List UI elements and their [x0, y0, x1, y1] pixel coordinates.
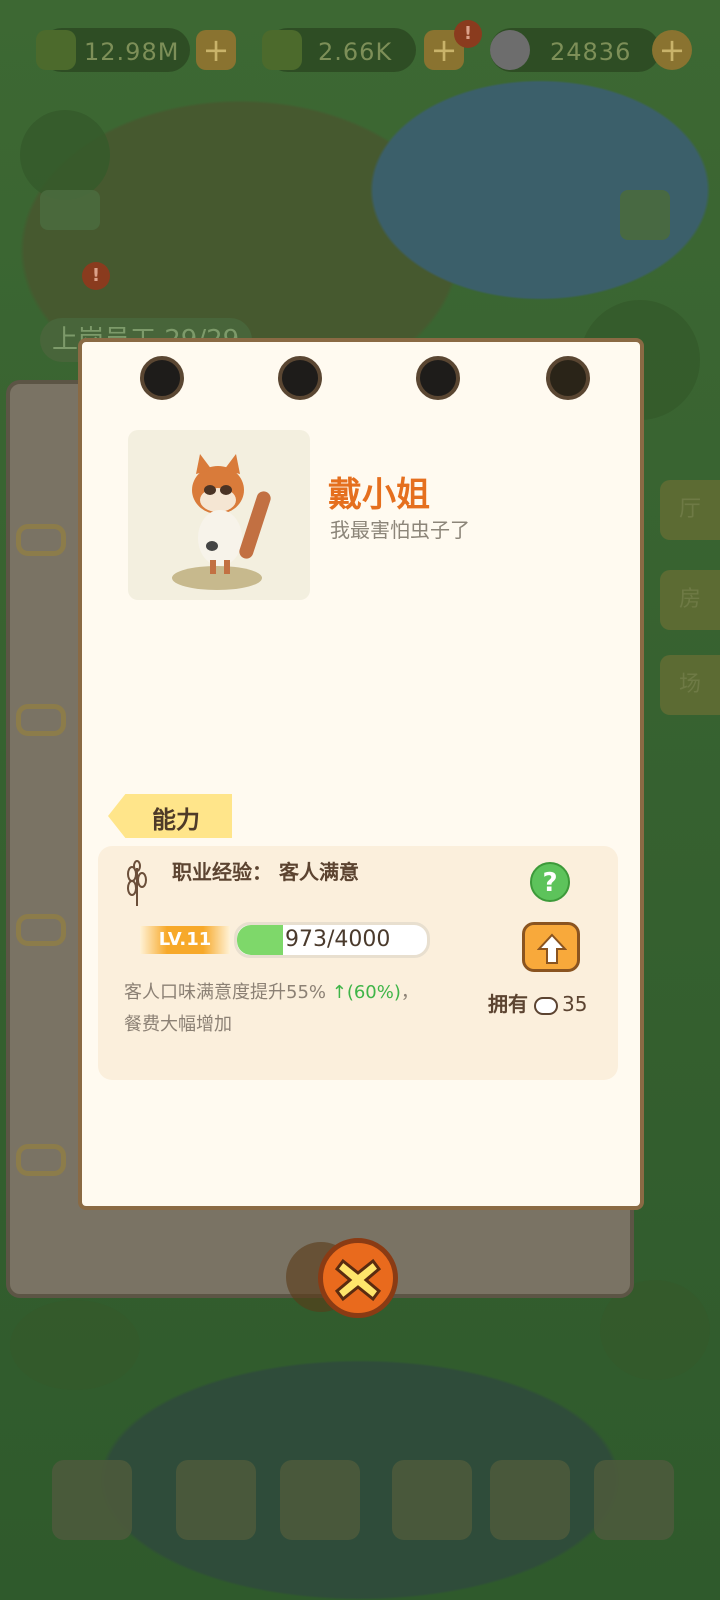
skill-desc-prefix: 客人口味满意度提升55% [124, 982, 327, 1003]
shop-icon[interactable]: + [196, 30, 236, 70]
resource-bar: 12.98M + 2.66K + ! 24836 + [0, 20, 720, 80]
binder-hole [140, 356, 184, 400]
xp-progress-bar: 973/4000 [234, 922, 430, 958]
close-button[interactable] [318, 1238, 398, 1318]
binder-hole [416, 356, 460, 400]
bottom-menu-staff-icon[interactable] [490, 1460, 570, 1540]
coins-value: 12.98M [84, 38, 180, 66]
add-panda-button[interactable]: + [652, 30, 692, 70]
skill-desc-suffix: ， [400, 982, 419, 1003]
ability-tag-label: 能力 [152, 806, 200, 834]
coin-icon [36, 30, 76, 70]
side-tab-hall[interactable]: 厅 [660, 480, 720, 540]
xp-text: 973/4000 [285, 927, 391, 952]
help-button[interactable]: ? [530, 862, 570, 902]
panda-icon [490, 30, 530, 70]
skill-boost: ↑(60%) [331, 982, 401, 1003]
owned-counter: 拥有 35 [488, 988, 587, 1017]
skill-description: 客人口味满意度提升55% ↑(60%)， [124, 978, 419, 1004]
market-alert-badge: ! [454, 20, 482, 48]
level-badge: LV.11 [140, 926, 230, 954]
skill-description-line2: 餐费大幅增加 [124, 1014, 232, 1035]
ability-tag: 能力 [108, 794, 232, 838]
upgrade-button[interactable] [522, 922, 580, 972]
binder-ring [16, 524, 66, 556]
leaves-value: 2.66K [318, 38, 393, 66]
upgrade-arrow-icon [537, 933, 567, 964]
side-tab-room[interactable]: 房 [660, 570, 720, 630]
bottom-menu-recipe-icon[interactable] [280, 1460, 360, 1540]
skill-panel: 职业经验： 客人满意 ? LV.11 973/4000 客人口味满意度提升55%… [98, 846, 618, 1080]
raccoon-character-icon [192, 454, 271, 574]
chef-hat-icon [534, 996, 558, 1015]
leaf-icon [262, 30, 302, 70]
binder-ring [16, 914, 66, 946]
bottom-menu-shop-icon[interactable] [176, 1460, 256, 1540]
binder-ring [16, 1144, 66, 1176]
bottom-menu-kitchen-icon[interactable] [392, 1460, 472, 1540]
binder-hole [278, 356, 322, 400]
xp-progress-fill [237, 925, 284, 955]
bottom-menu-gift-icon[interactable] [594, 1460, 674, 1540]
wheat-icon [127, 860, 147, 906]
character-portrait [128, 430, 310, 600]
panda-value: 24836 [550, 38, 632, 66]
side-tab-field[interactable]: 场 [660, 655, 720, 715]
owned-label: 拥有 [488, 992, 528, 1016]
close-icon [334, 1258, 382, 1302]
character-name: 戴小姐 [328, 475, 430, 515]
bottom-menu-map-icon[interactable] [52, 1460, 132, 1540]
character-quote: 我最害怕虫子了 [330, 518, 470, 542]
owned-count: 35 [562, 992, 588, 1016]
binder-ring [16, 704, 66, 736]
alert-badge: ! [82, 262, 110, 290]
binder-hole [546, 356, 590, 400]
staff-detail-card: 戴小姐 我最害怕虫子了 能力 职业经验： 客人满意 ? LV.11 973/40… [78, 338, 644, 1210]
skill-title: 职业经验： 客人满意 [172, 860, 359, 884]
